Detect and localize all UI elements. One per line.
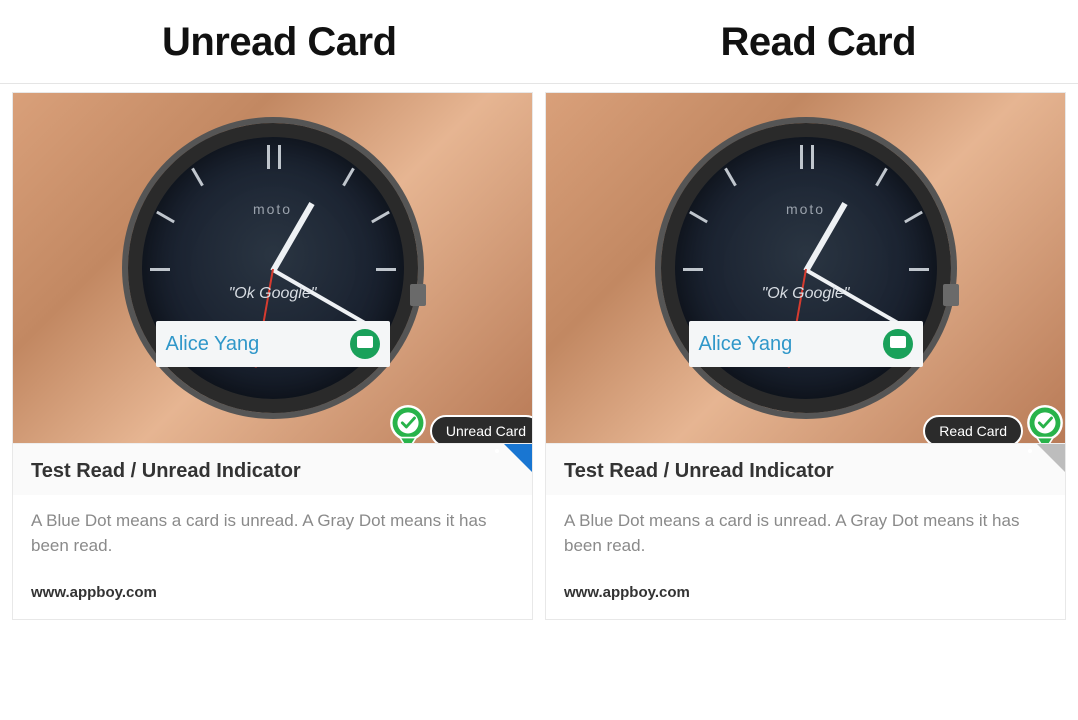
unread-indicator-corner [504, 444, 532, 472]
notification-name: Alice Yang [166, 333, 260, 356]
card-description: A Blue Dot means a card is unread. A Gra… [13, 495, 532, 574]
card-image: moto "Ok Google" Alice Yang [13, 93, 532, 443]
badge-label-unread: Unread Card [430, 415, 532, 443]
header-unread: Unread Card [162, 20, 397, 65]
card-footer-link[interactable]: www.appboy.com [13, 574, 532, 619]
notification-strip: Alice Yang [689, 321, 923, 367]
hangouts-icon [350, 329, 380, 359]
badge-wrap-read: Read Card [927, 405, 1065, 443]
cards-row: moto "Ok Google" Alice Yang [0, 84, 1078, 620]
card-title: Test Read / Unread Indicator [31, 460, 514, 483]
check-badge-icon [1019, 405, 1065, 443]
card-footer-link[interactable]: www.appboy.com [546, 574, 1065, 619]
card-header: Test Read / Unread Indicator [13, 443, 532, 495]
watch-crown [410, 284, 426, 306]
watch-crown [943, 284, 959, 306]
card-image: moto "Ok Google" Alice Yang [546, 93, 1065, 443]
card-description: A Blue Dot means a card is unread. A Gra… [546, 495, 1065, 574]
watch-face: moto "Ok Google" Alice Yang [661, 123, 951, 413]
voice-prompt: "Ok Google" [229, 285, 317, 303]
unread-dot [495, 449, 499, 453]
badge-wrap-unread: Unread Card [382, 405, 532, 443]
check-badge-icon [382, 405, 434, 443]
read-dot [1028, 449, 1032, 453]
read-indicator-corner [1037, 444, 1065, 472]
header-read: Read Card [720, 20, 916, 65]
card-unread: moto "Ok Google" Alice Yang [12, 92, 533, 620]
card-title: Test Read / Unread Indicator [564, 460, 1047, 483]
watch-brand: moto [253, 201, 292, 217]
card-read: moto "Ok Google" Alice Yang [545, 92, 1066, 620]
watch-face: moto "Ok Google" Alice Yang [128, 123, 418, 413]
watch-brand: moto [786, 201, 825, 217]
card-header: Test Read / Unread Indicator [546, 443, 1065, 495]
badge-label-read: Read Card [923, 415, 1023, 443]
notification-strip: Alice Yang [156, 321, 390, 367]
header-row: Unread Card Read Card [0, 0, 1078, 84]
voice-prompt: "Ok Google" [762, 285, 850, 303]
hangouts-icon [883, 329, 913, 359]
notification-name: Alice Yang [699, 333, 793, 356]
